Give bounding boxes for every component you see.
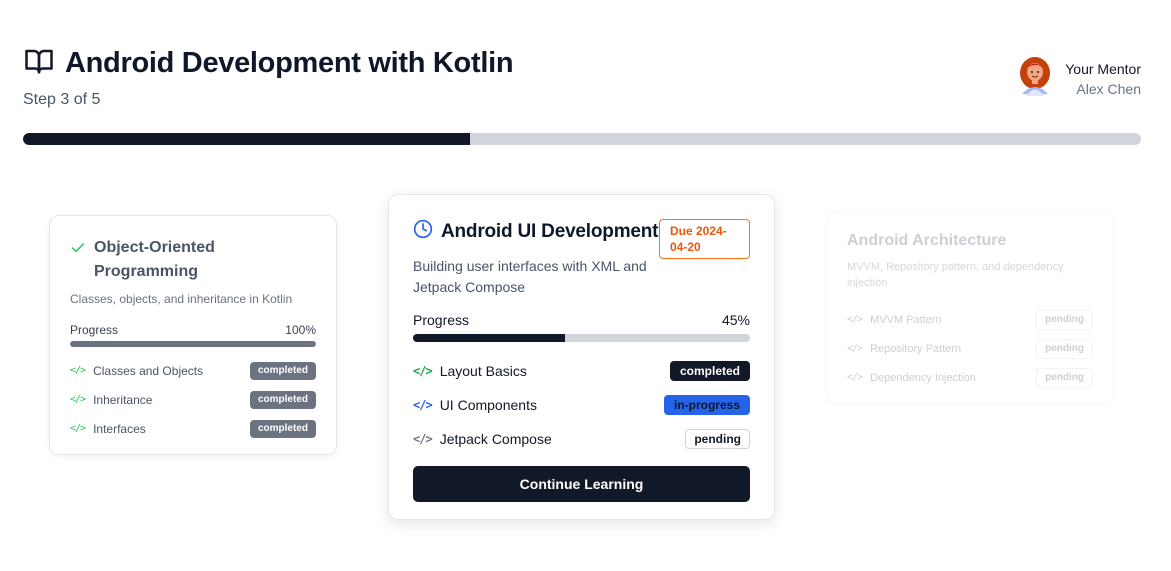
topic-label: Layout Basics bbox=[439, 363, 527, 379]
mentor-info[interactable]: Your Mentor Alex Chen bbox=[1017, 56, 1141, 101]
module-card-completed[interactable]: Object-Oriented Programming Classes, obj… bbox=[49, 215, 337, 455]
page-header: Android Development with Kotlin Step 3 o… bbox=[23, 46, 514, 109]
module-title: Object-Oriented Programming bbox=[94, 239, 215, 280]
module-progress-row: Progress 100% bbox=[70, 323, 316, 337]
progress-value: 100% bbox=[285, 323, 316, 337]
module-progress-bar bbox=[413, 334, 750, 342]
topic-label: Jetpack Compose bbox=[439, 431, 552, 447]
topic-item[interactable]: </> Jetpack Compose pending bbox=[413, 422, 750, 456]
topic-item[interactable]: </> Interfaces completed bbox=[70, 414, 316, 443]
code-icon: </> bbox=[847, 372, 863, 383]
code-icon: </> bbox=[70, 423, 86, 434]
progress-label: Progress bbox=[70, 323, 119, 337]
code-icon: </> bbox=[847, 314, 863, 325]
clock-icon bbox=[413, 219, 433, 244]
status-badge: pending bbox=[1036, 309, 1093, 330]
topic-item[interactable]: </> Inheritance completed bbox=[70, 385, 316, 414]
module-progress-fill bbox=[70, 341, 316, 347]
code-icon: </> bbox=[847, 343, 863, 354]
status-badge: completed bbox=[249, 361, 316, 380]
overall-progress-fill bbox=[23, 133, 471, 145]
module-title: Android UI Development bbox=[441, 220, 659, 242]
module-card-current[interactable]: Android UI Development Due 2024-04-20 Bu… bbox=[388, 194, 775, 520]
overall-progress-bar bbox=[23, 133, 1141, 145]
continue-learning-button[interactable]: Continue Learning bbox=[413, 466, 750, 502]
topic-item[interactable]: </> MVVM Pattern pending bbox=[847, 305, 1093, 334]
module-description: Building user interfaces with XML and Je… bbox=[413, 258, 647, 295]
progress-label: Progress bbox=[413, 312, 470, 328]
status-badge: pending bbox=[685, 429, 750, 449]
topic-item[interactable]: </> Classes and Objects completed bbox=[70, 356, 316, 385]
module-progress-row: Progress 45% bbox=[413, 312, 750, 328]
module-progress-fill bbox=[413, 334, 565, 342]
check-icon bbox=[70, 240, 86, 261]
topic-label: Dependency Injection bbox=[870, 371, 976, 384]
topic-label: MVVM Pattern bbox=[870, 313, 942, 326]
topic-item[interactable]: </> Dependency Injection pending bbox=[847, 363, 1093, 392]
code-icon: </> bbox=[70, 365, 86, 376]
book-open-icon bbox=[23, 46, 55, 81]
code-icon: </> bbox=[413, 364, 433, 378]
topic-item[interactable]: </> UI Components in-progress bbox=[413, 388, 750, 422]
module-card-upcoming[interactable]: Android Architecture MVVM, Repository pa… bbox=[826, 211, 1114, 404]
code-icon: </> bbox=[413, 432, 433, 446]
page-title: Android Development with Kotlin bbox=[65, 47, 514, 79]
topic-label: UI Components bbox=[439, 397, 537, 413]
topic-label: Repository Pattern bbox=[870, 342, 962, 355]
module-description: MVVM, Repository pattern, and dependency… bbox=[847, 261, 1064, 289]
topic-label: Inheritance bbox=[93, 392, 153, 407]
status-badge: completed bbox=[249, 390, 316, 409]
topic-label: Interfaces bbox=[93, 421, 146, 436]
code-icon: </> bbox=[413, 398, 433, 412]
status-badge: completed bbox=[249, 419, 316, 438]
avatar bbox=[1017, 56, 1053, 101]
due-date-badge: Due 2024-04-20 bbox=[659, 219, 750, 259]
module-description: Classes, objects, and inheritance in Kot… bbox=[70, 292, 293, 306]
topic-label: Classes and Objects bbox=[93, 363, 204, 378]
topic-item[interactable]: </> Layout Basics completed bbox=[413, 354, 750, 388]
status-badge: pending bbox=[1036, 367, 1093, 388]
progress-value: 45% bbox=[721, 312, 750, 328]
status-badge: completed bbox=[669, 361, 750, 381]
mentor-name: Alex Chen bbox=[1076, 80, 1141, 97]
mentor-role: Your Mentor bbox=[1065, 60, 1141, 77]
status-badge: in-progress bbox=[663, 395, 750, 415]
topic-item[interactable]: </> Repository Pattern pending bbox=[847, 334, 1093, 363]
code-icon: </> bbox=[70, 394, 86, 405]
module-progress-bar bbox=[70, 341, 316, 347]
step-indicator: Step 3 of 5 bbox=[23, 91, 101, 108]
status-badge: pending bbox=[1036, 338, 1093, 359]
module-title: Android Architecture bbox=[847, 232, 1007, 249]
